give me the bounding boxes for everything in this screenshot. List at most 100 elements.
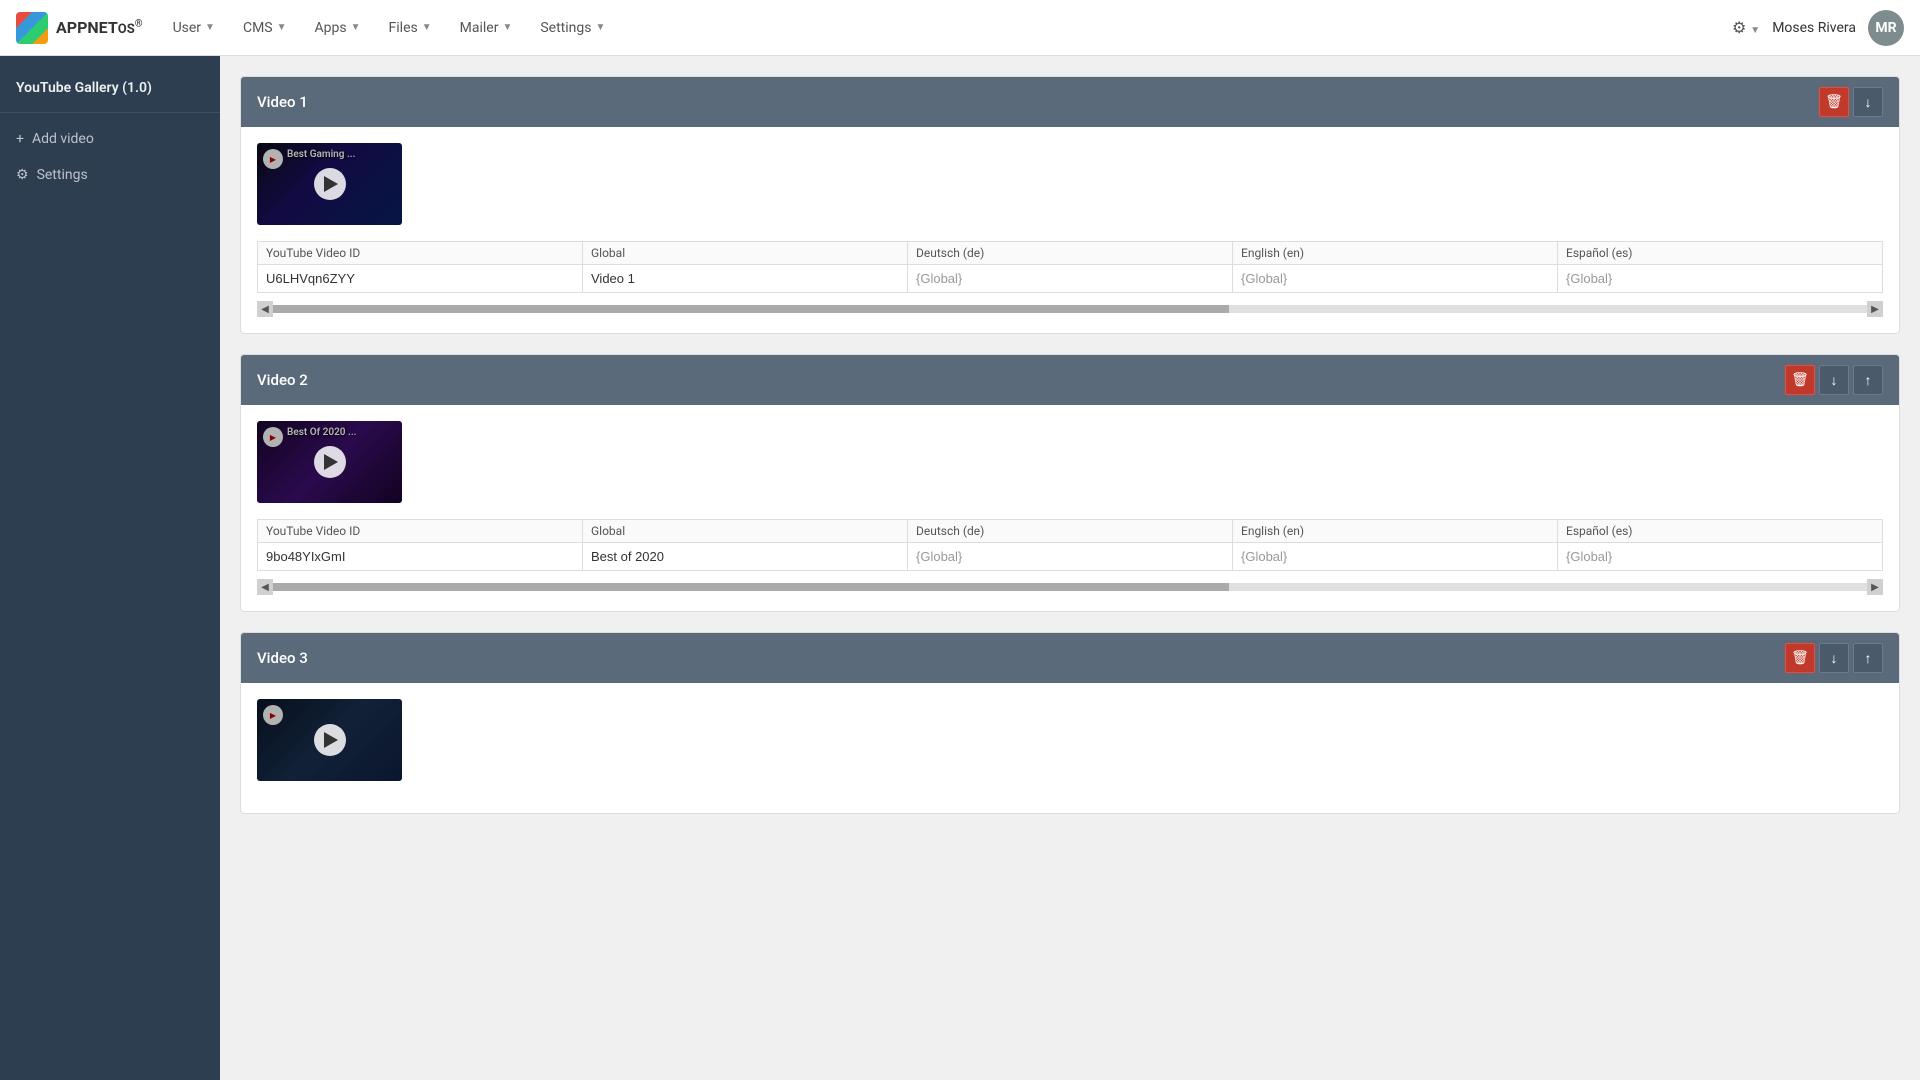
video-2-deutsch-input[interactable] <box>908 543 1232 570</box>
thumb-1-overlay <box>257 143 402 225</box>
chevron-down-icon: ▼ <box>502 22 512 33</box>
brand-logo <box>16 12 48 44</box>
scroll-right-arrow[interactable]: ▶ <box>1867 301 1883 317</box>
video-1-english-group: English (en) <box>1232 241 1557 293</box>
main-content: Video 1 🗑 ↓ ▶ Best Gaming ... <box>220 56 1920 1080</box>
video-2-global-group: Global <box>582 519 907 571</box>
global-label: Global <box>583 242 907 265</box>
scroll-thumb <box>273 583 1229 591</box>
video-1-deutsch-group: Deutsch (de) <box>907 241 1232 293</box>
scroll-left-arrow[interactable]: ◀ <box>257 579 273 595</box>
scroll-right-arrow[interactable]: ▶ <box>1867 579 1883 595</box>
video-2-fields: YouTube Video ID Global Deutsch (de) Eng… <box>257 519 1883 571</box>
video-2-move-up-button[interactable]: ↑ <box>1853 365 1883 395</box>
video-1-actions: 🗑 ↓ <box>1819 87 1883 117</box>
deutsch-label: Deutsch (de) <box>908 520 1232 543</box>
video-2-english-input[interactable] <box>1233 543 1557 570</box>
video-1-body: ▶ Best Gaming ... YouTube Video ID Glo <box>241 127 1899 333</box>
sidebar-item-add-video[interactable]: + Add video <box>0 121 220 157</box>
nav-cms[interactable]: CMS ▼ <box>233 14 297 42</box>
chevron-down-icon: ▼ <box>595 22 605 33</box>
chevron-down-icon: ▼ <box>277 22 287 33</box>
video-card-2-header: Video 2 🗑 ↓ ↑ <box>241 355 1899 405</box>
video-2-espanol-group: Español (es) <box>1557 519 1883 571</box>
video-1-espanol-group: Español (es) <box>1557 241 1883 293</box>
video-card-2: Video 2 🗑 ↓ ↑ ▶ Best Of 2020 ... <box>240 354 1900 612</box>
play-button[interactable] <box>314 724 346 756</box>
video-1-english-input[interactable] <box>1233 265 1557 292</box>
chevron-down-icon: ▼ <box>422 22 432 33</box>
english-label: English (en) <box>1233 242 1557 265</box>
video-3-move-down-button[interactable]: ↓ <box>1819 643 1849 673</box>
layout: YouTube Gallery (1.0) + Add video ⚙ Sett… <box>0 56 1920 1080</box>
video-2-body: ▶ Best Of 2020 ... YouTube Video ID Gl <box>241 405 1899 611</box>
video-1-title: Video 1 <box>257 93 308 111</box>
video-3-title: Video 3 <box>257 649 308 667</box>
english-label: English (en) <box>1233 520 1557 543</box>
scroll-track[interactable] <box>273 305 1867 313</box>
video-card-3-header: Video 3 🗑 ↓ ↑ <box>241 633 1899 683</box>
chevron-down-icon: ▼ <box>205 22 215 33</box>
play-button[interactable] <box>314 168 346 200</box>
video-1-deutsch-input[interactable] <box>908 265 1232 292</box>
video-1-fields: YouTube Video ID Global Deutsch (de) Eng… <box>257 241 1883 293</box>
sidebar-title: YouTube Gallery (1.0) <box>0 72 220 113</box>
video-1-espanol-input[interactable] <box>1558 265 1882 292</box>
video-1-move-down-button[interactable]: ↓ <box>1853 87 1883 117</box>
nav-files[interactable]: Files ▼ <box>379 14 442 42</box>
nav-settings[interactable]: Settings ▼ <box>530 14 615 42</box>
brand: APPNETOS® <box>16 12 143 44</box>
video-1-global-input[interactable] <box>583 265 907 292</box>
play-button[interactable] <box>314 446 346 478</box>
video-2-move-down-button[interactable]: ↓ <box>1819 365 1849 395</box>
video-card-1: Video 1 🗑 ↓ ▶ Best Gaming ... <box>240 76 1900 334</box>
sidebar-item-settings[interactable]: ⚙ Settings <box>0 157 220 193</box>
sidebar: YouTube Gallery (1.0) + Add video ⚙ Sett… <box>0 56 220 1080</box>
nav-mailer[interactable]: Mailer ▼ <box>450 14 523 42</box>
navbar: APPNETOS® User ▼ CMS ▼ Apps ▼ Files ▼ Ma… <box>0 0 1920 56</box>
video-2-actions: 🗑 ↓ ↑ <box>1785 365 1883 395</box>
navbar-right: ⚙ ▼ Moses Rivera MR <box>1732 10 1904 46</box>
scroll-left-arrow[interactable]: ◀ <box>257 301 273 317</box>
espanol-label: Español (es) <box>1558 520 1882 543</box>
thumb-2-overlay <box>257 421 402 503</box>
espanol-label: Español (es) <box>1558 242 1882 265</box>
video-2-scrollbar: ◀ ▶ <box>257 579 1883 595</box>
nav-user[interactable]: User ▼ <box>163 14 225 42</box>
video-card-1-header: Video 1 🗑 ↓ <box>241 77 1899 127</box>
video-2-thumbnail[interactable]: ▶ Best Of 2020 ... <box>257 421 402 503</box>
video-3-actions: 🗑 ↓ ↑ <box>1785 643 1883 673</box>
avatar: MR <box>1868 10 1904 46</box>
video-2-global-input[interactable] <box>583 543 907 570</box>
video-1-scrollbar: ◀ ▶ <box>257 301 1883 317</box>
video-2-espanol-input[interactable] <box>1558 543 1882 570</box>
chevron-down-icon: ▼ <box>351 22 361 33</box>
yt-id-label: YouTube Video ID <box>258 242 582 265</box>
video-3-body: ▶ <box>241 683 1899 813</box>
gear-icon[interactable]: ⚙ ▼ <box>1732 18 1760 37</box>
video-2-yt-id-input[interactable] <box>258 543 582 570</box>
play-icon <box>324 732 338 748</box>
video-3-delete-button[interactable]: 🗑 <box>1785 643 1815 673</box>
thumb-3-overlay <box>257 699 402 781</box>
video-2-delete-button[interactable]: 🗑 <box>1785 365 1815 395</box>
brand-name: APPNETOS® <box>56 18 143 37</box>
video-card-3: Video 3 🗑 ↓ ↑ ▶ <box>240 632 1900 814</box>
video-2-english-group: English (en) <box>1232 519 1557 571</box>
play-icon <box>324 454 338 470</box>
user-name: Moses Rivera <box>1772 20 1856 36</box>
scroll-track[interactable] <box>273 583 1867 591</box>
video-1-thumbnail[interactable]: ▶ Best Gaming ... <box>257 143 402 225</box>
video-3-thumbnail[interactable]: ▶ <box>257 699 402 781</box>
video-1-yt-id-input[interactable] <box>258 265 582 292</box>
gear-icon: ⚙ <box>16 167 29 183</box>
video-2-deutsch-group: Deutsch (de) <box>907 519 1232 571</box>
video-3-move-up-button[interactable]: ↑ <box>1853 643 1883 673</box>
plus-icon: + <box>16 131 24 147</box>
nav-apps[interactable]: Apps ▼ <box>305 14 371 42</box>
video-2-yt-id-group: YouTube Video ID <box>257 519 582 571</box>
video-1-delete-button[interactable]: 🗑 <box>1819 87 1849 117</box>
video-1-global-group: Global <box>582 241 907 293</box>
global-label: Global <box>583 520 907 543</box>
deutsch-label: Deutsch (de) <box>908 242 1232 265</box>
